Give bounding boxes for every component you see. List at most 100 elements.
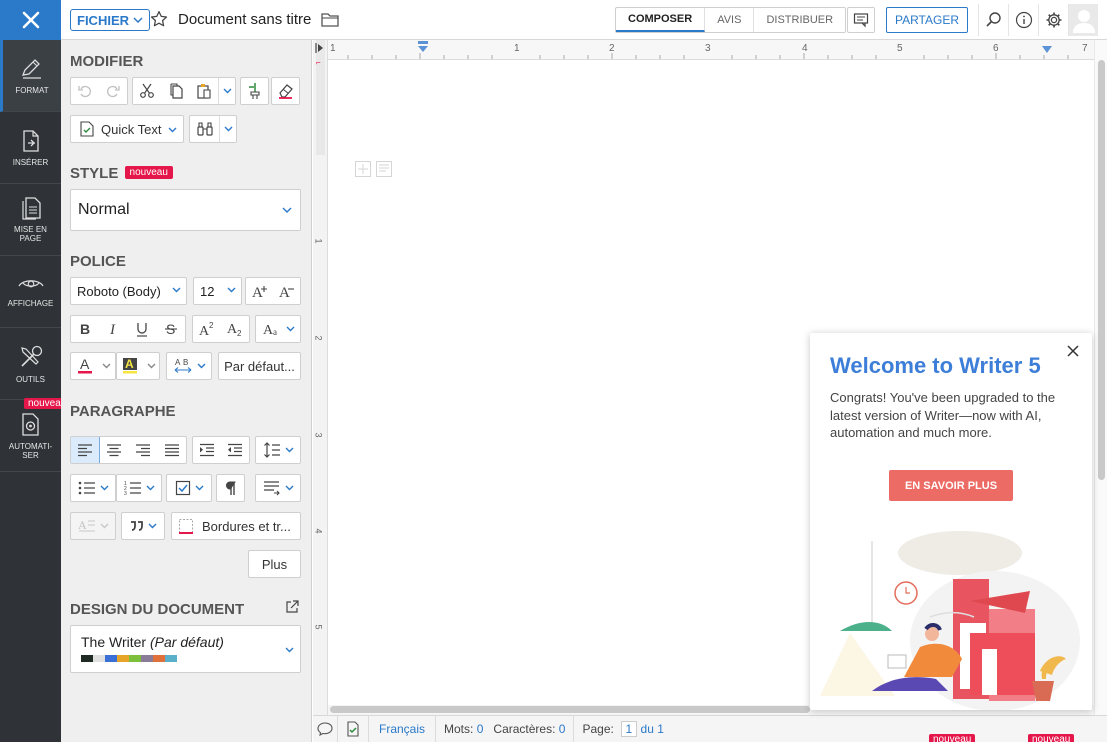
- character-spacing-button[interactable]: AB: [166, 352, 212, 380]
- popup-title: Welcome to Writer 5: [830, 353, 1041, 378]
- borders-button[interactable]: Bordures et tr...: [171, 512, 301, 540]
- drop-cap-button[interactable]: A: [70, 512, 116, 540]
- h-tick-label: 6: [993, 43, 999, 54]
- default-style-button[interactable]: Par défaut...: [218, 352, 301, 380]
- close-button[interactable]: [0, 0, 61, 40]
- numbered-list-button[interactable]: 123: [116, 474, 162, 502]
- language-select[interactable]: Français: [369, 715, 437, 742]
- decrease-indent-button[interactable]: [221, 443, 249, 457]
- nav-item-format[interactable]: FORMAT: [0, 40, 61, 112]
- theme-name: The Writer: [81, 634, 147, 650]
- highlight-dropdown[interactable]: [143, 353, 159, 379]
- nav-item-automatiser[interactable]: nouveau AUTOMATI-SER: [0, 398, 71, 472]
- bullet-list-button[interactable]: [70, 474, 116, 502]
- tab-composer[interactable]: COMPOSER: [616, 8, 706, 32]
- review-button[interactable]: [847, 7, 875, 33]
- underline-button[interactable]: [128, 321, 157, 337]
- nav-item-mise-en-page[interactable]: MISE EN PAGE: [0, 184, 61, 256]
- copy-button[interactable]: [161, 83, 189, 99]
- external-link-icon[interactable]: [285, 600, 299, 614]
- star-icon[interactable]: [150, 10, 168, 28]
- show-formatting-button[interactable]: [216, 474, 245, 502]
- settings-button[interactable]: [1038, 4, 1068, 36]
- folder-icon[interactable]: [321, 12, 339, 27]
- vertical-scrollbar[interactable]: [1094, 40, 1107, 715]
- binoculars-button[interactable]: [190, 121, 219, 137]
- right-indent-marker[interactable]: [1041, 46, 1053, 54]
- horizontal-scroll-thumb[interactable]: [330, 706, 810, 713]
- justify-button[interactable]: [157, 443, 186, 457]
- paste-options-dropdown[interactable]: [218, 78, 235, 104]
- highlight-swatch[interactable]: A: [117, 357, 143, 375]
- align-left-button[interactable]: [71, 437, 100, 463]
- text-direction-button[interactable]: [255, 474, 301, 502]
- undo-button[interactable]: [71, 83, 99, 99]
- font-color-swatch[interactable]: A: [71, 357, 98, 375]
- font-size-select[interactable]: 12: [193, 277, 242, 305]
- align-center-button[interactable]: [100, 443, 129, 457]
- strikethrough-button[interactable]: S: [157, 321, 186, 337]
- redo-button[interactable]: [99, 83, 127, 99]
- nav-item-outils[interactable]: OUTILS: [0, 328, 61, 400]
- theme-swatches: [81, 655, 290, 662]
- vertical-ruler: ⌐ 1 2 3 4 5: [313, 40, 328, 715]
- nav-item-inserer[interactable]: INSÉRER: [0, 112, 61, 184]
- file-menu-button[interactable]: FICHIER: [70, 9, 150, 31]
- quick-text-button[interactable]: Quick Text: [70, 115, 184, 143]
- close-popup-icon[interactable]: [1066, 344, 1080, 358]
- outdent-icon: [228, 443, 242, 457]
- add-block-icon[interactable]: [355, 161, 371, 177]
- section-title-design: DESIGN DU DOCUMENT: [70, 601, 245, 618]
- comments-button[interactable]: [313, 715, 338, 742]
- ruler-toggle-icon[interactable]: [314, 42, 326, 54]
- nav-item-affichage[interactable]: AFFICHAGE: [0, 256, 61, 328]
- svg-text:A: A: [279, 285, 290, 299]
- align-right-button[interactable]: [129, 443, 158, 457]
- clipboard-group: [132, 77, 236, 105]
- spellcheck-button[interactable]: [338, 715, 369, 742]
- cut-button[interactable]: [133, 83, 161, 99]
- bold-button[interactable]: B: [71, 322, 100, 336]
- more-button[interactable]: Plus: [248, 550, 301, 578]
- quote-button[interactable]: [121, 512, 165, 540]
- change-case-button[interactable]: Aa: [255, 315, 301, 343]
- theme-swatch: [117, 655, 129, 662]
- checkbox-icon: [175, 480, 190, 496]
- document-title[interactable]: Document sans titre: [178, 11, 311, 28]
- font-family-select[interactable]: Roboto (Body): [70, 277, 187, 305]
- page-number-input[interactable]: 1: [620, 721, 638, 737]
- tab-avis[interactable]: AVIS: [705, 8, 755, 32]
- search-button[interactable]: [978, 4, 1008, 36]
- line-spacing-button[interactable]: [255, 436, 301, 464]
- document-theme-select[interactable]: The Writer (Par défaut): [70, 625, 301, 673]
- avatar[interactable]: [1068, 4, 1098, 36]
- clear-format-button[interactable]: [271, 77, 300, 105]
- increase-indent-button[interactable]: [193, 443, 221, 457]
- share-button[interactable]: PARTAGER: [886, 7, 968, 33]
- paragraph-options-icon[interactable]: [376, 161, 392, 177]
- decrease-font-icon: A: [279, 285, 294, 299]
- superscript-button[interactable]: A2: [193, 321, 221, 337]
- font-color-dropdown[interactable]: [98, 353, 115, 379]
- paste-button[interactable]: [190, 83, 218, 99]
- style-select-value: Normal: [78, 201, 130, 218]
- italic-button[interactable]: I: [100, 322, 129, 336]
- format-painter-button[interactable]: [240, 77, 269, 105]
- script-group: A2 A2: [192, 315, 250, 343]
- find-replace-button[interactable]: [189, 115, 237, 143]
- learn-more-button[interactable]: EN SAVOIR PLUS: [889, 470, 1013, 501]
- checklist-button[interactable]: [166, 474, 212, 502]
- find-options-dropdown[interactable]: [219, 116, 236, 142]
- increase-font-button[interactable]: A: [246, 283, 273, 299]
- font-color-button[interactable]: A: [70, 352, 116, 380]
- chevron-down-icon: [285, 647, 294, 653]
- left-indent-marker[interactable]: [417, 41, 429, 53]
- tab-distribuer[interactable]: DISTRIBUER: [754, 8, 845, 32]
- vertical-scroll-thumb[interactable]: [1098, 60, 1105, 480]
- style-select[interactable]: Normal: [70, 189, 301, 231]
- subscript-button[interactable]: A2: [221, 321, 249, 337]
- info-button[interactable]: [1008, 4, 1038, 36]
- chevron-down-icon: [223, 88, 232, 94]
- decrease-font-button[interactable]: A: [273, 283, 300, 299]
- highlight-color-button[interactable]: A: [116, 352, 160, 380]
